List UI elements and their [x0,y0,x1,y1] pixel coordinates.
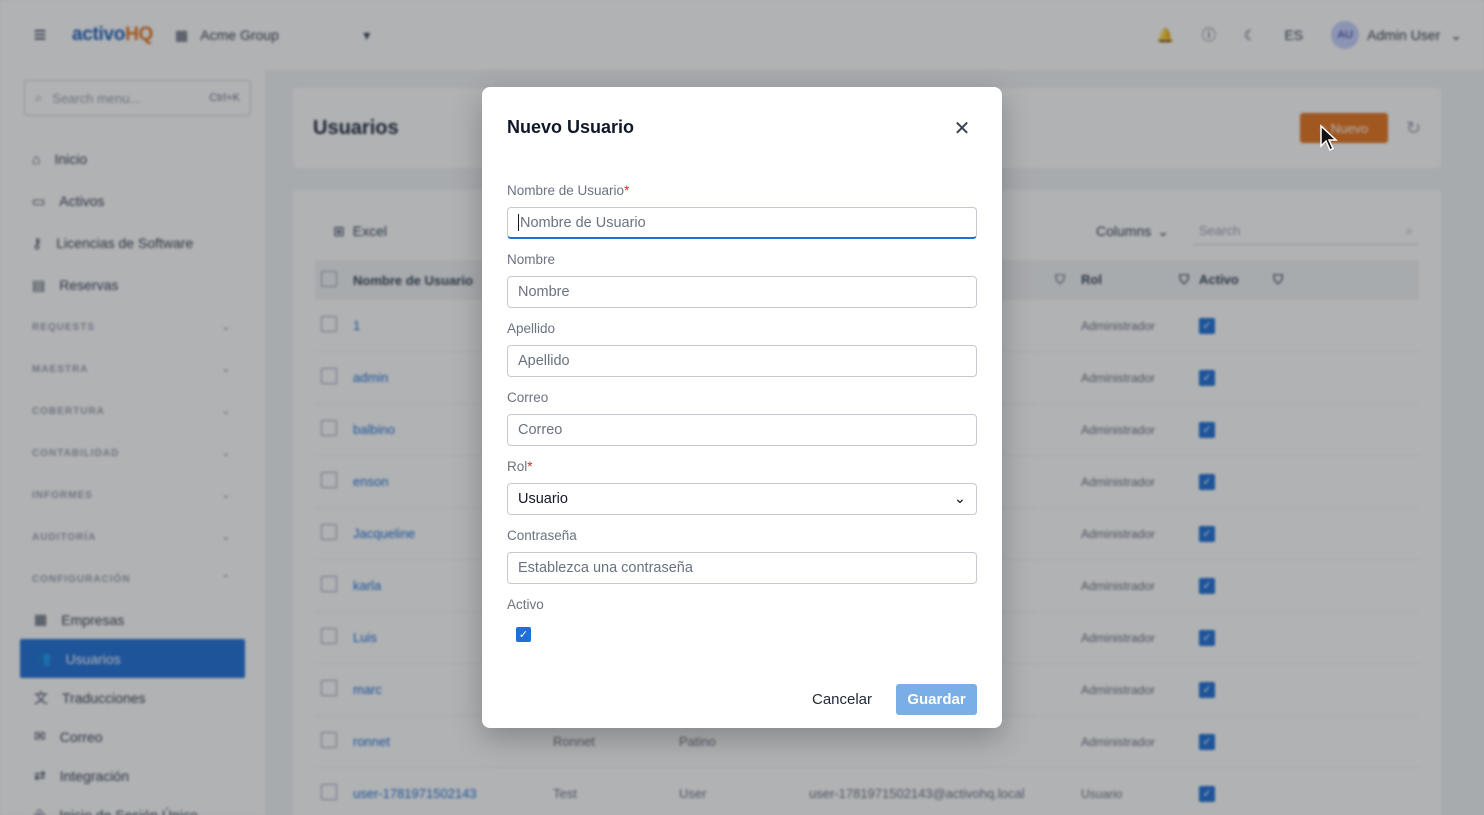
lastname-field: Apellido Apellido [507,321,977,377]
name-label: Nombre [507,252,556,267]
chevron-down-icon: ⌄ [953,491,966,507]
active-checkbox[interactable]: ✓ [516,627,531,642]
username-label: Nombre de Usuario* [507,183,630,198]
password-placeholder: Establezca una contraseña [518,560,693,576]
close-icon[interactable]: ✕ [952,119,972,139]
check-icon: ✓ [518,629,529,641]
role-value: Usuario [518,491,568,507]
new-user-dialog: Nuevo Usuario ✕ Nombre de Usuario* Nombr… [482,87,1002,728]
email-field: Correo Correo [507,390,977,446]
email-input[interactable]: Correo [507,414,977,446]
email-placeholder: Correo [518,422,563,438]
password-input[interactable]: Establezca una contraseña [507,552,977,584]
text-caret [518,214,519,231]
dialog-title: Nuevo Usuario [507,117,635,137]
password-label: Contraseña [507,528,577,543]
active-label: Activo [507,597,544,612]
save-button[interactable]: Guardar [896,684,977,715]
username-input[interactable]: Nombre de Usuario [507,207,977,239]
lastname-input[interactable]: Apellido [507,345,977,377]
mouse-cursor-icon [1320,124,1338,152]
username-placeholder: Nombre de Usuario [520,214,646,231]
lastname-label: Apellido [507,321,556,336]
name-placeholder: Nombre [518,284,570,300]
password-field: Contraseña Establezca una contraseña [507,528,977,584]
role-select[interactable]: Usuario ⌄ [507,483,977,515]
name-field: Nombre Nombre [507,252,977,308]
lastname-placeholder: Apellido [518,353,570,369]
username-field: Nombre de Usuario* Nombre de Usuario [507,183,977,239]
active-field: Activo ✓ [507,597,977,642]
role-label: Rol* [507,459,533,474]
role-field: Rol* Usuario ⌄ [507,459,977,515]
name-input[interactable]: Nombre [507,276,977,308]
email-label: Correo [507,390,549,405]
cancel-button[interactable]: Cancelar [800,684,884,714]
